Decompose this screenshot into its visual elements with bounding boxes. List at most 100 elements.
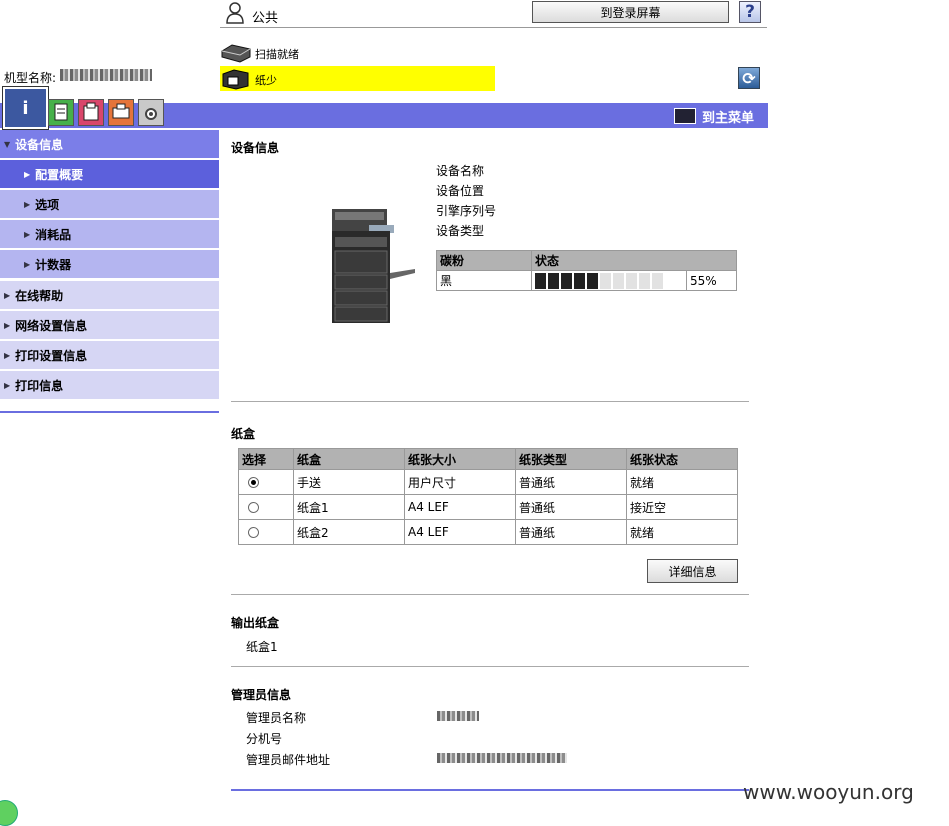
model-name-label: 机型名称: [4,71,57,85]
model-name-value [60,69,152,81]
sidebar-item-device-info[interactable]: ▼ 设备信息 [0,130,219,159]
toner-segment [652,272,663,289]
table-row: 手送 用户尺寸 普通纸 就绪 [238,469,738,495]
sidebar-item-label: 选项 [35,197,60,212]
status-dot [0,800,18,826]
tray-name: 纸盒1 [293,494,405,520]
col-tray: 纸盒 [293,448,405,470]
tab-job[interactable] [48,99,74,126]
user-icon [226,2,244,24]
sidebar-item-label: 设备信息 [15,137,64,152]
tray-table: 选择 纸盒 纸张大小 纸张类型 纸张状态 手送 用户尺寸 普通纸 就绪 纸盒1 … [238,448,738,545]
sidebar-item-label: 打印信息 [15,378,64,393]
tray-name: 手送 [293,469,405,495]
sidebar-item-config-summary[interactable]: ▶ 配置概要 [0,160,219,189]
toner-segment [548,272,559,289]
tray-header-row: 选择 纸盒 纸张大小 纸张类型 纸张状态 [238,448,738,470]
settings-icon [145,108,157,120]
printer-image [332,209,415,323]
col-select: 选择 [238,448,294,470]
sidebar-item-label: 打印设置信息 [15,348,88,363]
watermark: www.wooyun.org [743,780,914,804]
printer-warning-icon [222,69,249,90]
paper-state: 接近空 [626,494,738,520]
sidebar-item-label: 计数器 [35,257,72,272]
toner-color: 黑 [436,270,532,291]
toner-level-text: 55% [686,270,737,291]
sidebar-item-online-help[interactable]: ▶ 在线帮助 [0,281,219,310]
table-row: 纸盒1 A4 LEF 普通纸 接近空 [238,494,738,520]
sidebar-item-label: 网络设置信息 [15,318,88,333]
output-tray-value: 纸盒1 [246,640,278,654]
help-button[interactable]: ? [739,1,761,23]
admin-email-value [437,753,567,763]
sidebar-item-counter[interactable]: ▶ 计数器 [0,250,219,279]
footer-divider [231,789,749,791]
refresh-icon: ⟳ [742,68,756,88]
toner-segment [574,272,585,289]
admin-name-value [437,711,479,721]
refresh-button[interactable]: ⟳ [738,67,760,89]
toner-segment [639,272,650,289]
main-menu-label: 到主菜单 [702,110,755,126]
col-paper-size: 纸张大小 [404,448,516,470]
paper-size: A4 LEF [404,519,516,545]
tab-device-info[interactable]: i [2,86,49,130]
admin-name-label: 管理员名称 [246,711,307,725]
toner-table: 碳粉 状态 黑 55% [436,250,737,291]
toner-segment [626,272,637,289]
admin-info-title: 管理员信息 [231,688,292,702]
job-icon [54,103,68,121]
header-divider [220,27,767,28]
scanner-icon [221,44,251,63]
toner-header-row: 碳粉 状态 [436,250,737,271]
triangle-right-icon: ▶ [24,229,31,239]
tab-box[interactable] [78,99,104,126]
details-button[interactable]: 详细信息 [647,559,738,583]
scan-status-text: 扫描就绪 [255,48,299,61]
tray-name: 纸盒2 [293,519,405,545]
section-divider [231,594,749,595]
tab-settings[interactable] [138,99,164,126]
table-row: 纸盒2 A4 LEF 普通纸 就绪 [238,519,738,545]
device-name-label: 设备名称 [436,164,485,178]
status-header: 状态 [531,250,737,271]
triangle-down-icon: ▼ [4,139,11,149]
triangle-right-icon: ▶ [24,259,31,269]
triangle-right-icon: ▶ [24,169,31,179]
toner-header: 碳粉 [436,250,532,271]
user-label: 公共 [252,11,279,26]
sidebar-item-print-settings[interactable]: ▶ 打印设置信息 [0,341,219,370]
section-divider [231,666,749,667]
col-paper-state: 纸张状态 [626,448,738,470]
sidebar-item-network-settings[interactable]: ▶ 网络设置信息 [0,311,219,340]
output-tray-title: 输出纸盒 [231,616,280,630]
sidebar-item-consumables[interactable]: ▶ 消耗品 [0,220,219,249]
sidebar-item-label: 在线帮助 [15,288,64,303]
sidebar-item-options[interactable]: ▶ 选项 [0,190,219,219]
paper-type: 普通纸 [515,469,627,495]
triangle-right-icon: ▶ [4,320,11,330]
tray-radio[interactable] [248,477,259,488]
triangle-right-icon: ▶ [24,199,31,209]
toner-segment [587,272,598,289]
extension-label: 分机号 [246,732,283,746]
main-menu-link[interactable]: 到主菜单 [674,106,754,126]
tab-print[interactable] [108,99,134,126]
print-icon [112,103,130,119]
section-divider [231,401,749,402]
login-screen-button[interactable]: 到登录屏幕 [532,1,729,23]
admin-email-label: 管理员邮件地址 [246,753,331,767]
paper-type: 普通纸 [515,519,627,545]
triangle-right-icon: ▶ [4,290,11,300]
sidebar-item-print-info[interactable]: ▶ 打印信息 [0,371,219,400]
toner-level-bar [531,270,687,291]
menu-icon [674,108,696,124]
tray-radio[interactable] [248,527,259,538]
toner-segment [561,272,572,289]
sidebar-divider [0,411,219,413]
device-info-title: 设备信息 [231,141,280,155]
sidebar-item-label: 配置概要 [35,167,84,182]
trays-title: 纸盒 [231,427,256,441]
tray-radio[interactable] [248,502,259,513]
